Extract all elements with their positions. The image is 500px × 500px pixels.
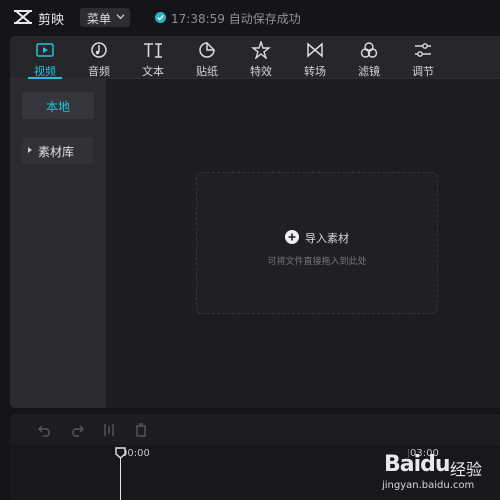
drop-hint: 可将文件直接拖入到此处 [267, 257, 367, 267]
sticker-icon [199, 42, 215, 58]
title-bar: 剪映 菜单 17:38:59 自动保存成功 [0, 0, 500, 36]
import-media-button[interactable]: 导入素材 [305, 230, 349, 246]
tab-adjust[interactable]: 调节 [400, 38, 446, 78]
caret-right-icon [28, 147, 32, 153]
delete-icon[interactable] [134, 423, 148, 437]
split-icon[interactable] [102, 423, 116, 437]
tab-label: 视频 [34, 65, 56, 78]
chevron-down-icon [116, 14, 125, 20]
tab-sticker[interactable]: 贴纸 [184, 38, 230, 78]
tab-audio[interactable]: 音频 [76, 38, 122, 78]
playhead-line[interactable] [120, 457, 121, 500]
tab-label: 特效 [250, 65, 272, 78]
undo-icon[interactable] [38, 423, 52, 437]
capcut-logo-icon [14, 10, 32, 24]
tab-text[interactable]: 文本 [130, 38, 176, 78]
tab-label: 音频 [88, 65, 110, 78]
tab-video[interactable]: 视频 [22, 38, 68, 79]
sliders-icon [415, 43, 431, 57]
autosave-message: 自动保存成功 [228, 12, 301, 26]
redo-icon[interactable] [70, 423, 84, 437]
menu-dropdown[interactable]: 菜单 [80, 8, 130, 27]
text-icon [144, 43, 162, 58]
timeline-toolbar [10, 414, 500, 445]
watermark-brand: Baidu [384, 452, 451, 477]
filter-circles-icon [360, 42, 378, 58]
tab-label: 文本 [142, 65, 164, 78]
playhead-handle-icon[interactable] [115, 447, 126, 459]
tab-filter[interactable]: 滤镜 [346, 38, 392, 78]
check-circle-icon [155, 12, 166, 23]
tab-label: 调节 [412, 65, 434, 78]
baidu-watermark: Baidu 经验 jingyan.baidu.com [380, 448, 500, 500]
watermark-site: jingyan.baidu.com [382, 480, 475, 491]
watermark-brand-cn: 经验 [450, 460, 483, 479]
play-rectangle-icon [36, 43, 54, 57]
import-dropzone[interactable]: 导入素材 可将文件直接拖入到此处 [196, 172, 438, 314]
autosave-text: 17:38:59 自动保存成功 [171, 10, 301, 27]
menu-label: 菜单 [87, 12, 112, 26]
sidebar-item-local[interactable]: 本地 [22, 92, 94, 119]
tab-label: 贴纸 [196, 65, 218, 78]
tab-effects[interactable]: 特效 [238, 38, 284, 78]
sparkle-star-icon [251, 41, 271, 59]
media-sidebar: 本地 素材库 [10, 79, 106, 408]
app-name: 剪映 [38, 13, 65, 28]
tab-transition[interactable]: 转场 [292, 38, 338, 78]
sidebar-item-library[interactable]: 素材库 [22, 137, 94, 164]
media-panel: 视频 音频 文本 贴纸 特效 转场 滤镜 调节 本地 素材库 导入素材 可将文件… [10, 36, 500, 408]
tab-label: 转场 [304, 65, 326, 78]
autosave-time: 17:38:59 [171, 12, 225, 26]
sidebar-item-label: 素材库 [38, 145, 75, 159]
bowtie-transition-icon [307, 42, 323, 58]
sidebar-item-label: 本地 [45, 100, 70, 114]
tab-label: 滤镜 [358, 65, 380, 78]
plus-icon [285, 230, 299, 244]
media-tabs: 视频 音频 文本 贴纸 特效 转场 滤镜 调节 [10, 36, 500, 79]
music-note-icon [91, 42, 107, 58]
